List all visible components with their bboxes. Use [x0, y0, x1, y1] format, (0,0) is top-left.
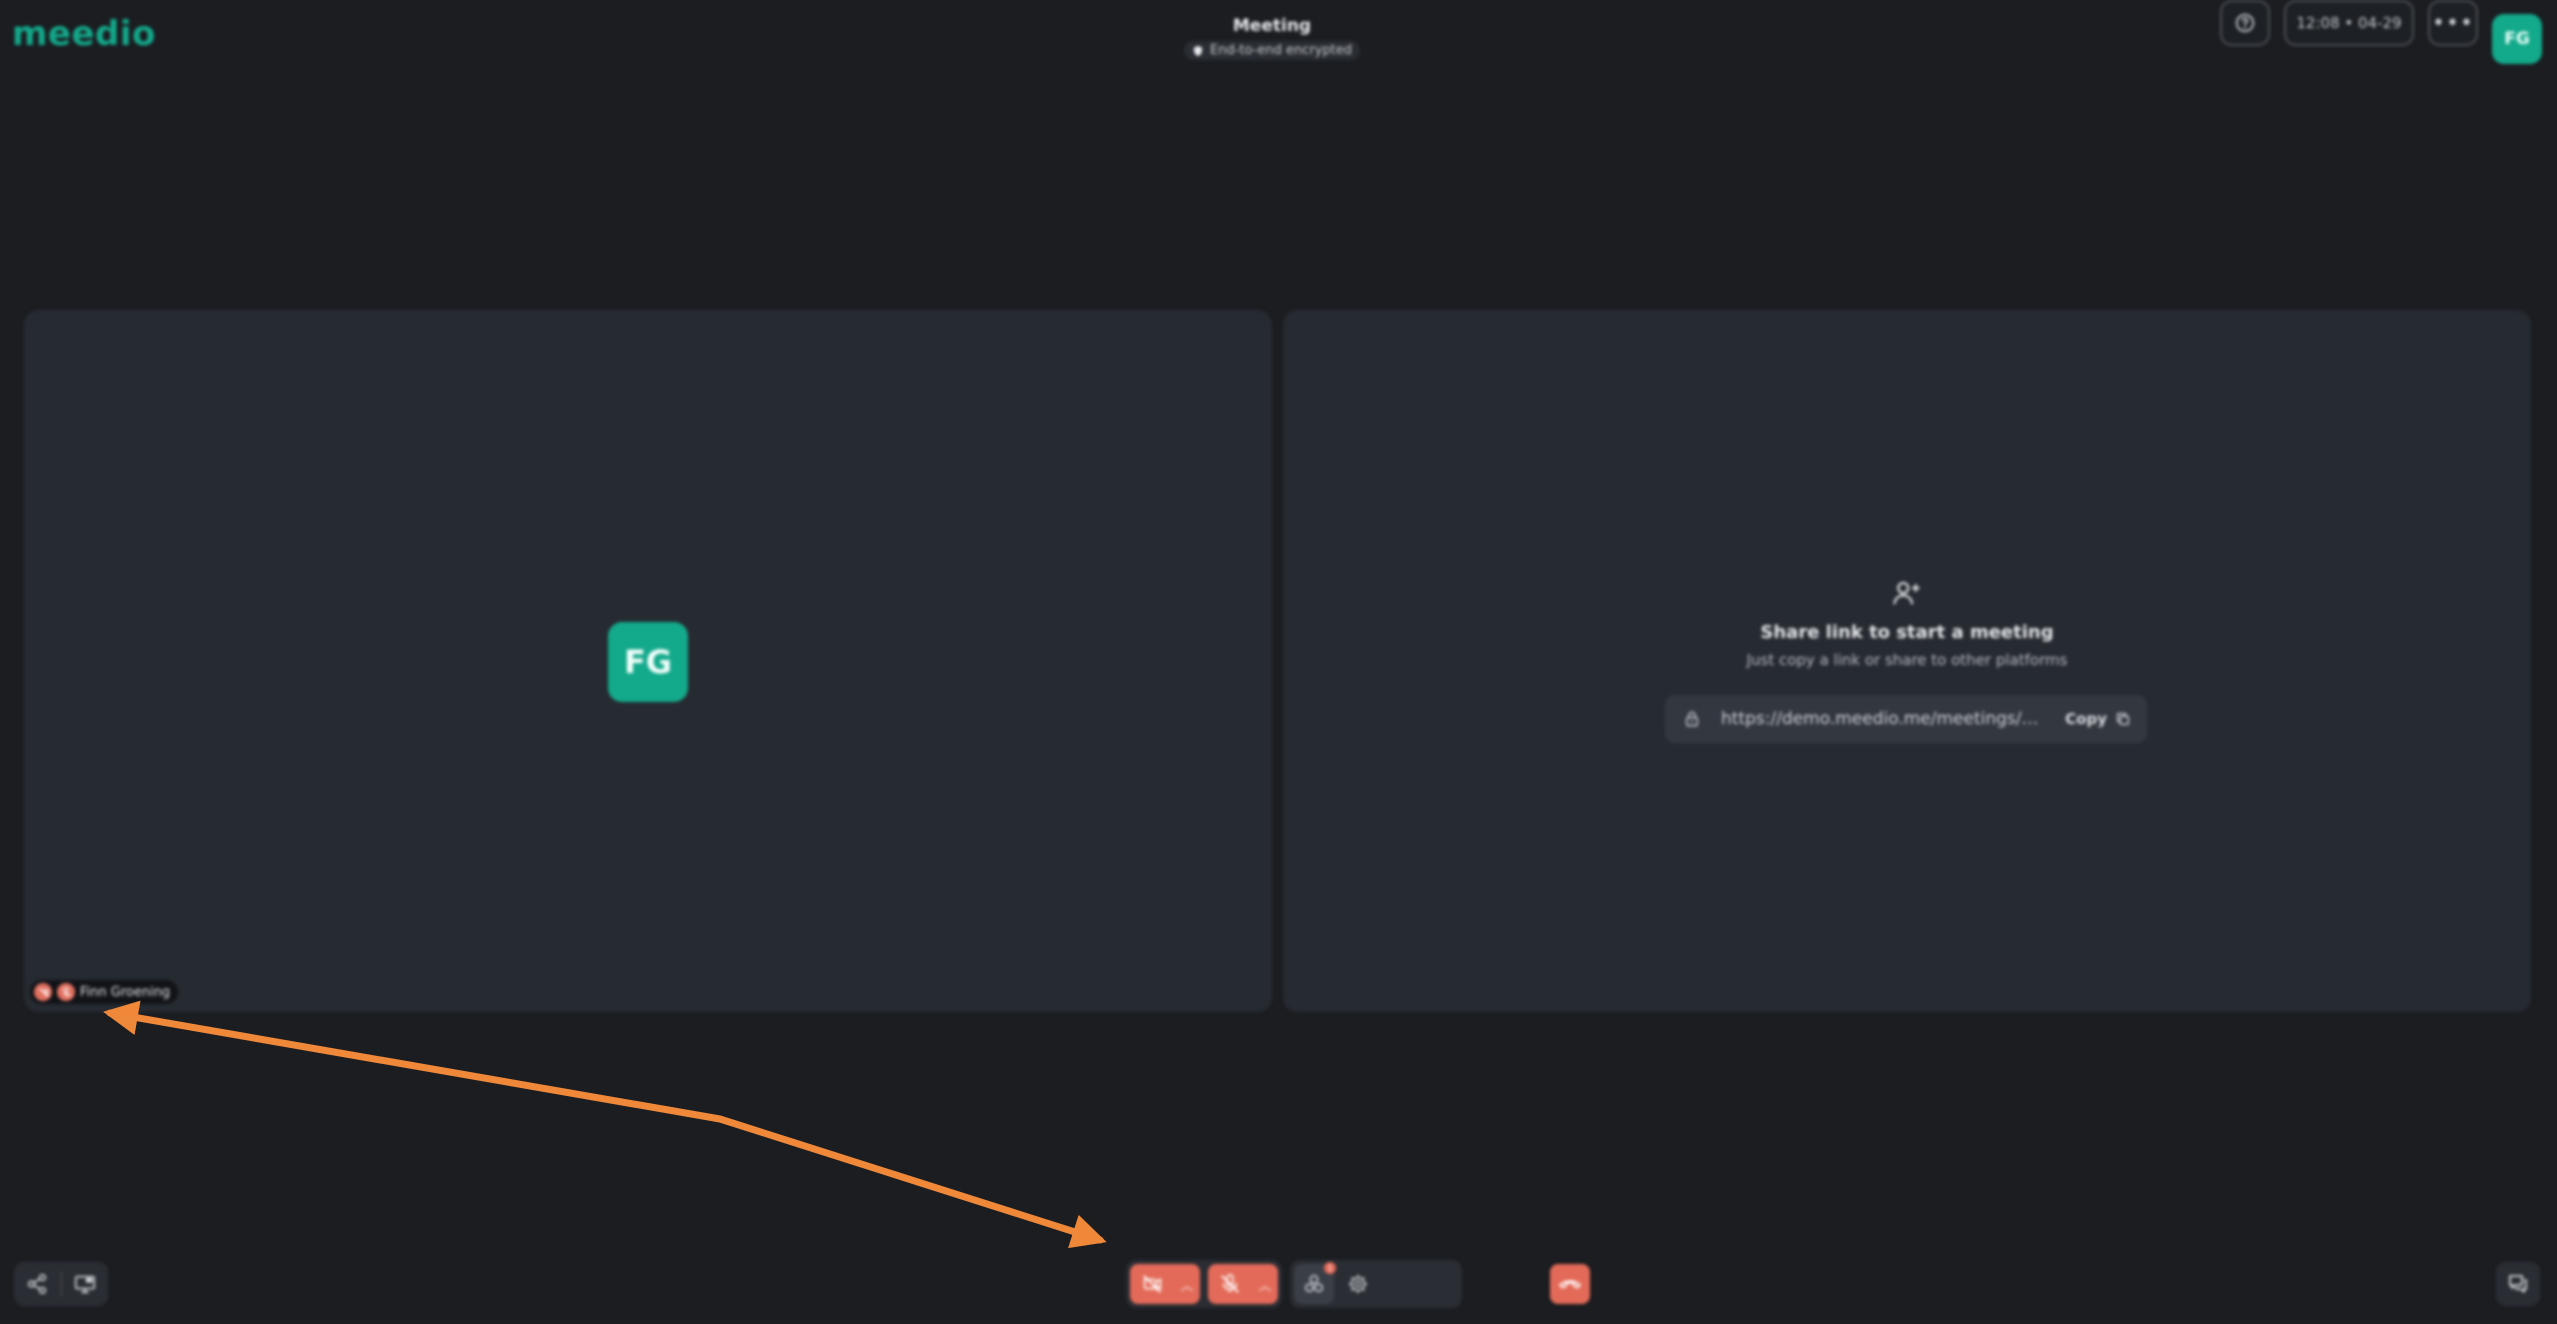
screen-share-button[interactable]	[61, 1262, 108, 1306]
gear-icon	[1348, 1274, 1368, 1294]
user-avatar-button[interactable]: FG	[2492, 14, 2542, 64]
meeting-link-text: https://demo.meedio.me/meetings/al...	[1721, 709, 2041, 729]
camera-toggle[interactable]: ︿	[1130, 1264, 1200, 1304]
help-button[interactable]	[2220, 0, 2270, 46]
chat-icon	[2509, 1275, 2527, 1293]
copy-icon	[2117, 713, 2129, 725]
meeting-title-block: Meeting End-to-end encrypted	[1172, 16, 1372, 61]
add-user-icon	[1283, 578, 2531, 612]
meeting-link-field[interactable]: https://demo.meedio.me/meetings/al... Co…	[1665, 695, 2147, 743]
camera-options-chevron-icon[interactable]: ︿	[1174, 1275, 1200, 1294]
mic-toggle[interactable]: ︿	[1208, 1264, 1278, 1304]
hang-up-icon	[1559, 1280, 1581, 1289]
copy-link-button[interactable]: Copy	[2065, 710, 2131, 728]
share-subtitle: Just copy a link or share to other platf…	[1746, 651, 2068, 669]
share-button[interactable]	[14, 1262, 61, 1306]
more-horizontal-icon: •••	[2432, 10, 2474, 36]
share-title: Share link to start a meeting	[1760, 622, 2054, 643]
participant-camera-off-icon	[34, 983, 52, 1001]
encryption-badge-label: End-to-end encrypted	[1209, 43, 1353, 58]
bottom-left-toolbar	[14, 1262, 108, 1306]
apps-button[interactable]: 1	[1294, 1262, 1336, 1304]
mic-off-icon	[1221, 1274, 1239, 1293]
leave-call-button[interactable]	[1550, 1264, 1590, 1304]
meeting-page: meedio Meeting End-to-end encrypted 12:0…	[0, 0, 2557, 1324]
more-options-button[interactable]: •••	[2428, 0, 2478, 46]
app-logo: meedio	[12, 14, 156, 54]
meeting-time: 12:08 • 04-29	[2296, 14, 2402, 32]
tools-controls-group: 1	[1290, 1260, 1590, 1308]
participant-name-tag: Finn Groening	[30, 980, 179, 1004]
lock-icon	[1683, 710, 1701, 728]
share-panel: Share link to start a meeting Just copy …	[1283, 578, 2531, 669]
page-title: Meeting	[1232, 16, 1312, 36]
apps-badge: 1	[1324, 1262, 1336, 1274]
shield-icon	[1193, 45, 1202, 56]
chat-button[interactable]	[2496, 1262, 2540, 1306]
apps-icon	[1304, 1274, 1324, 1293]
participant-name: Finn Groening	[80, 984, 171, 1000]
media-controls-group: ︿ ︿	[1126, 1260, 1282, 1308]
mic-toggle-button[interactable]	[1208, 1273, 1252, 1295]
share-icon	[28, 1274, 47, 1294]
participant-tile: FG Finn Groening	[24, 310, 1272, 1012]
participant-avatar: FG	[608, 622, 688, 702]
settings-button[interactable]	[1338, 1264, 1378, 1304]
camera-toggle-button[interactable]	[1130, 1273, 1174, 1295]
copy-label: Copy	[2065, 710, 2107, 728]
mic-options-chevron-icon[interactable]: ︿	[1252, 1275, 1278, 1294]
share-link-tile: Share link to start a meeting Just copy …	[1283, 310, 2531, 1012]
help-icon	[2235, 13, 2255, 33]
screen-share-icon	[74, 1275, 95, 1294]
camera-off-icon	[1143, 1275, 1162, 1293]
participant-mic-off-icon	[57, 983, 75, 1001]
encryption-badge: End-to-end encrypted	[1183, 41, 1361, 60]
meeting-time-button[interactable]: 12:08 • 04-29	[2284, 0, 2414, 46]
